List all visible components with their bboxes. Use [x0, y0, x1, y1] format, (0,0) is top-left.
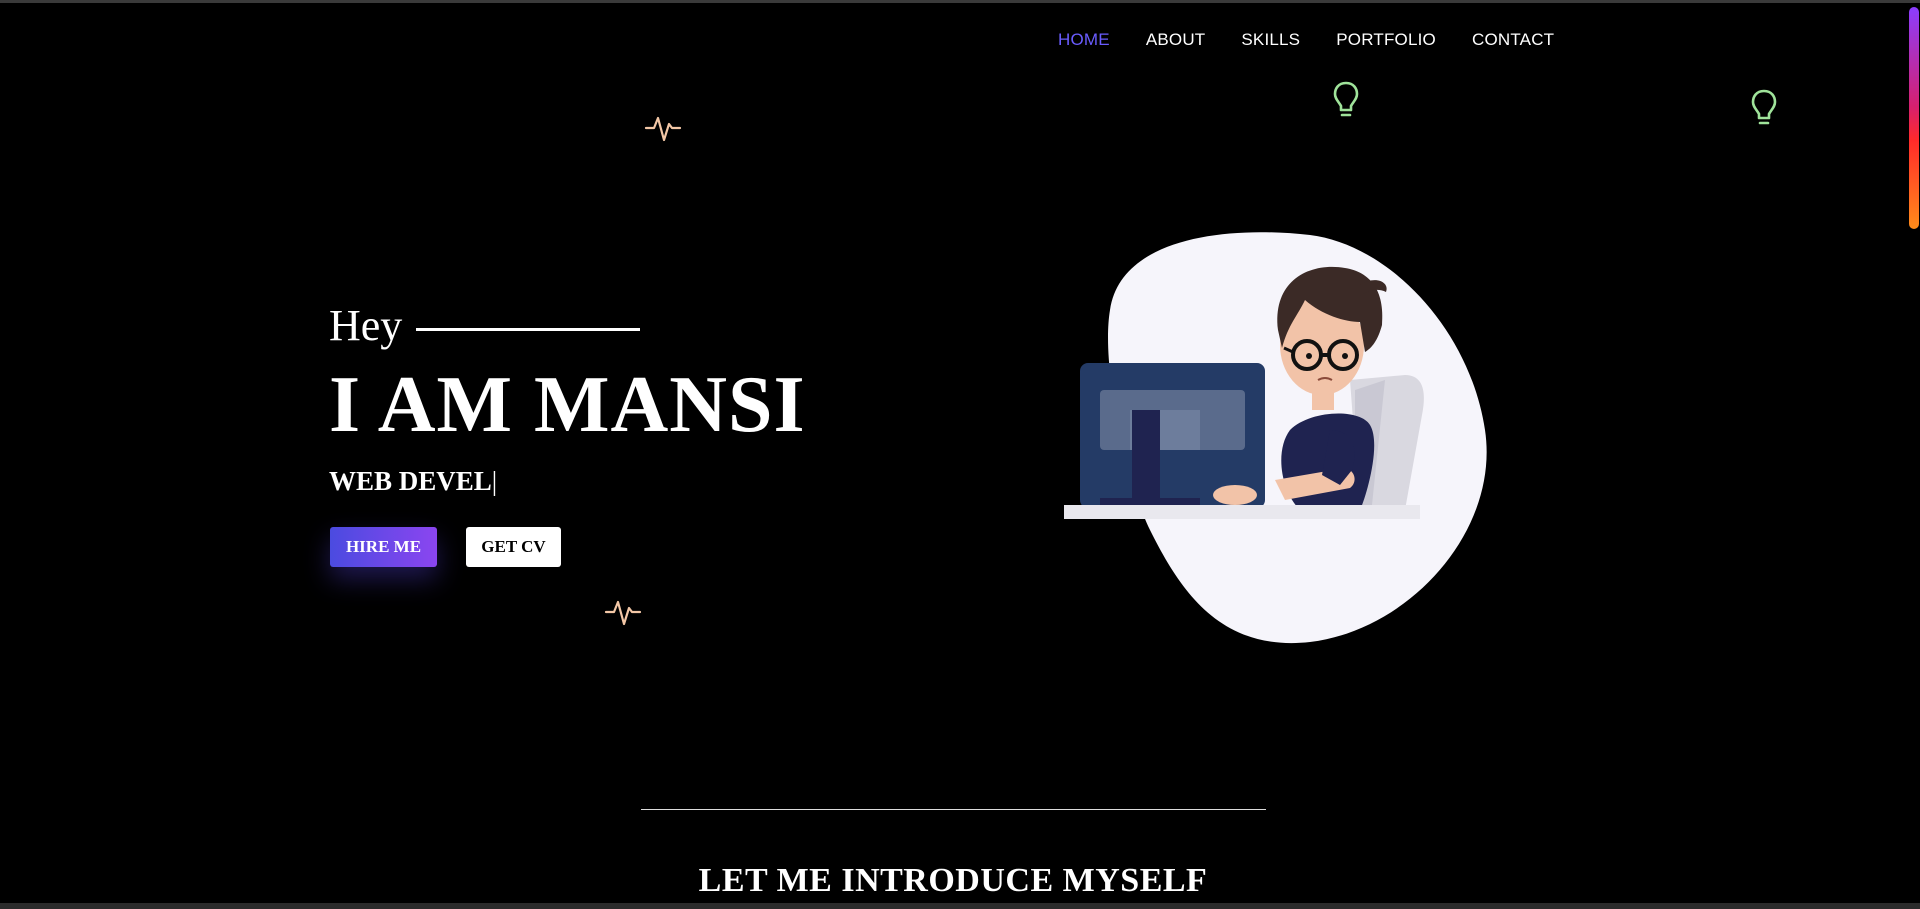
hero-greeting: Hey: [329, 300, 641, 351]
nav-portfolio[interactable]: PORTFOLIO: [1336, 30, 1436, 50]
pulse-icon: [644, 116, 682, 142]
window-top-edge: [0, 0, 1920, 3]
hire-me-button[interactable]: HIRE ME: [330, 527, 437, 567]
lightbulb-icon: [1751, 89, 1777, 125]
desk: [1064, 505, 1420, 519]
pulse-icon: [604, 600, 642, 626]
hero-role: WEB DEVEL|: [329, 466, 497, 497]
section-divider: [641, 809, 1266, 810]
hero-name: I AM MANSI: [329, 361, 806, 449]
developer-illustration: [1064, 232, 1487, 644]
lightbulb-icon: [1333, 81, 1359, 117]
page-scrollbar-thumb[interactable]: [1909, 7, 1919, 229]
greeting-text: Hey: [329, 301, 403, 350]
role-typed-text: WEB DEVEL: [329, 466, 492, 496]
main-nav: HOME ABOUT SKILLS PORTFOLIO CONTACT: [1058, 30, 1590, 50]
typing-cursor: |: [491, 466, 498, 496]
nav-contact[interactable]: CONTACT: [1472, 30, 1554, 50]
page-scrollbar-track[interactable]: [1908, 3, 1920, 903]
window-bottom-edge: [0, 903, 1920, 909]
get-cv-button[interactable]: GET CV: [466, 527, 561, 567]
greeting-underline: [416, 328, 641, 331]
nav-about[interactable]: ABOUT: [1146, 30, 1206, 50]
about-section-title: LET ME INTRODUCE MYSELF: [698, 862, 1208, 899]
nav-home[interactable]: HOME: [1058, 30, 1110, 50]
nav-skills[interactable]: SKILLS: [1241, 30, 1300, 50]
